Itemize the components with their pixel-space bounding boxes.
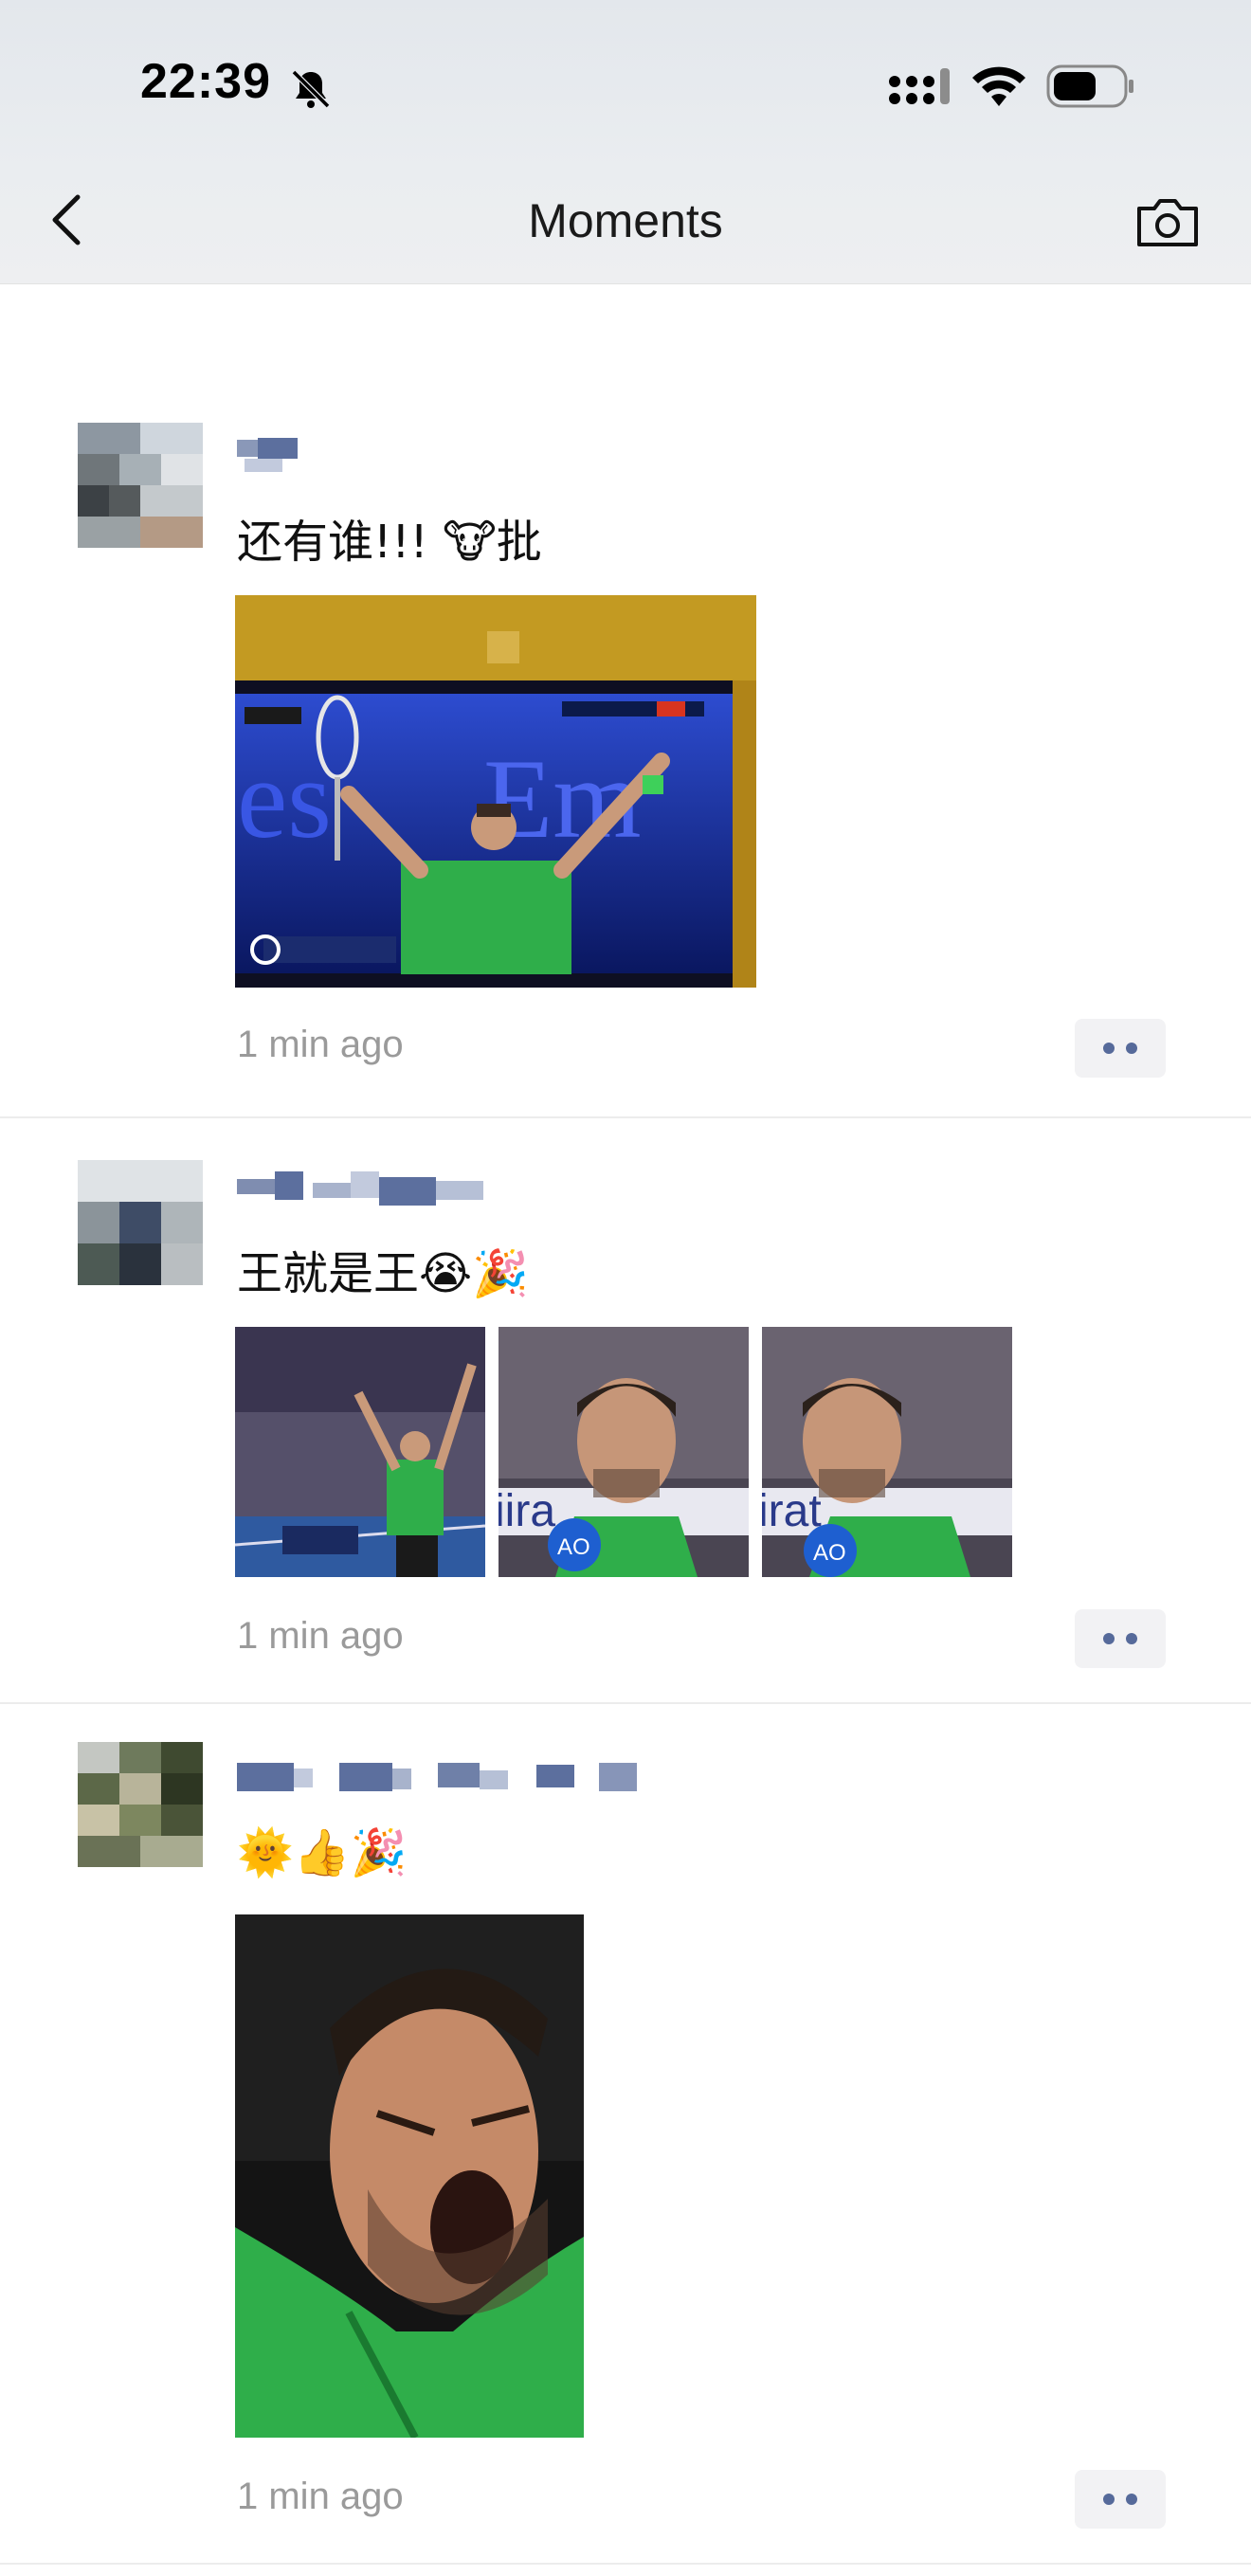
moment-post: 还有谁!!! 🐮批 es Em 1 min ago — [0, 284, 1251, 1118]
more-actions-button[interactable] — [1075, 1609, 1166, 1668]
author-name-redacted[interactable] — [237, 438, 298, 476]
more-actions-button[interactable] — [1075, 2470, 1166, 2529]
player-interview-image: irat AO — [762, 1327, 1012, 1577]
avatar-image — [78, 1160, 203, 1285]
avatar-image — [78, 1742, 203, 1867]
post-text: 🌞👍🎉 — [237, 1826, 408, 1879]
post-photo[interactable]: irat AO — [762, 1327, 1012, 1577]
status-time: 22:39 — [140, 54, 271, 109]
post-photo[interactable]: es Em — [235, 595, 756, 988]
avatar[interactable] — [78, 423, 203, 548]
avatar[interactable] — [78, 1742, 203, 1867]
more-dot-icon — [1103, 1633, 1115, 1644]
post-photo[interactable] — [235, 1914, 584, 2438]
player-arms-raised-image — [235, 1327, 485, 1577]
svg-text:AO: AO — [813, 1540, 846, 1566]
player-interview-image: iira AO — [499, 1327, 749, 1577]
player-shouting-image — [235, 1914, 584, 2438]
svg-text:AO: AO — [557, 1534, 590, 1560]
svg-text:iira: iira — [499, 1486, 555, 1536]
top-bar: 22:39 Moments — [0, 0, 1251, 284]
avatar-image — [78, 423, 203, 548]
post-timestamp: 1 min ago — [237, 1615, 404, 1657]
moment-post: 王就是王😭🎉 iira AO irat AO 1 min ago — [0, 1118, 1251, 1704]
more-dot-icon — [1103, 1043, 1115, 1054]
redaction-block — [237, 1171, 483, 1206]
more-dot-icon — [1126, 2494, 1137, 2505]
post-text: 还有谁!!! 🐮批 — [237, 516, 542, 569]
post-timestamp: 1 min ago — [237, 1024, 404, 1065]
svg-text:irat: irat — [762, 1486, 822, 1536]
avatar[interactable] — [78, 1160, 203, 1285]
post-photo[interactable]: iira AO — [499, 1327, 749, 1577]
more-dot-icon — [1126, 1043, 1137, 1054]
author-name-redacted[interactable] — [237, 1759, 644, 1797]
page-title: Moments — [528, 194, 723, 247]
redaction-block — [237, 1763, 637, 1791]
battery-icon — [1046, 64, 1133, 108]
svg-text:es: es — [237, 735, 332, 862]
more-dot-icon — [1126, 1633, 1137, 1644]
redaction-block — [237, 438, 298, 472]
post-timestamp: 1 min ago — [237, 2476, 404, 2517]
moment-post: 🌞👍🎉 1 min ago — [0, 1704, 1251, 2576]
wifi-icon — [972, 66, 1025, 106]
camera-icon[interactable] — [1133, 193, 1202, 250]
more-actions-button[interactable] — [1075, 1019, 1166, 1078]
post-divider — [0, 2563, 1251, 2565]
post-photo[interactable] — [235, 1327, 485, 1577]
post-text: 王就是王😭🎉 — [237, 1247, 529, 1300]
more-dot-icon — [1103, 2494, 1115, 2505]
bell-muted-icon — [291, 69, 331, 109]
cellular-signal-icon — [889, 68, 950, 104]
tv-celebration-image: es Em — [235, 595, 756, 988]
author-name-redacted[interactable] — [237, 1171, 483, 1209]
